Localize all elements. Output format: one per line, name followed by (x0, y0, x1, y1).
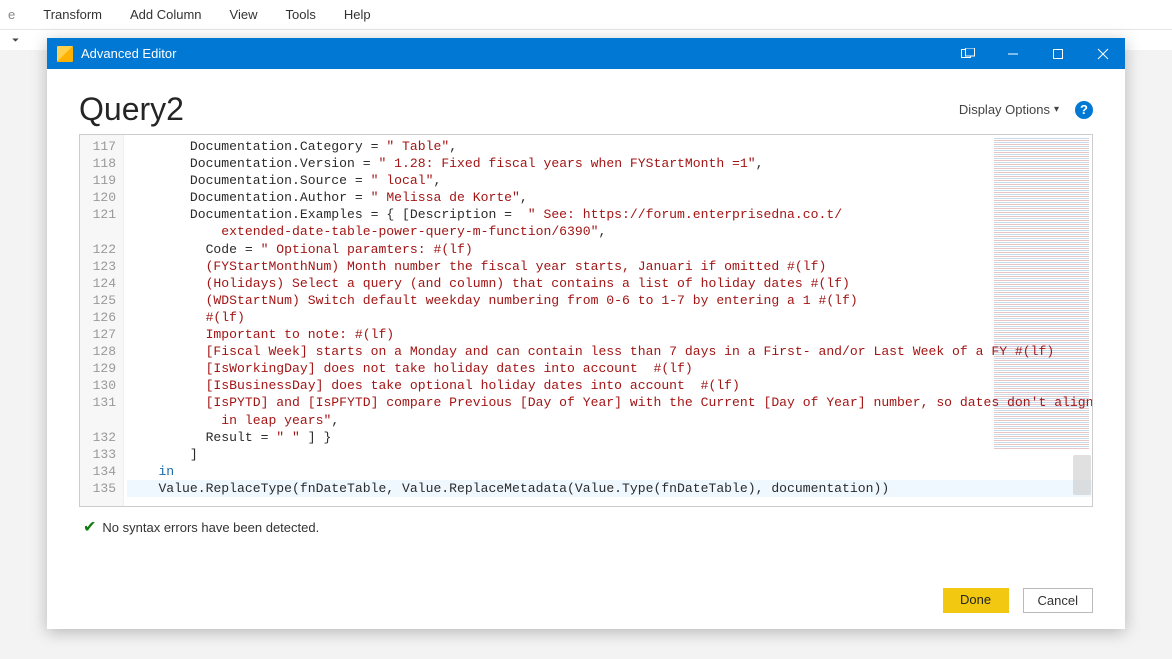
code-line[interactable]: ] (127, 446, 1092, 463)
ribbon-tools[interactable]: Tools (271, 3, 329, 26)
code-line[interactable]: Result = " " ] } (127, 429, 1092, 446)
dialog-title: Advanced Editor (81, 46, 945, 61)
minimize-button[interactable] (990, 38, 1035, 69)
line-number: 125 (80, 292, 123, 309)
code-line[interactable]: Documentation.Source = " local", (127, 172, 1092, 189)
code-line[interactable]: in (127, 463, 1092, 480)
checkmark-icon: ✔ (83, 517, 96, 537)
code-line[interactable]: (Holidays) Select a query (and column) t… (127, 275, 1092, 292)
chevron-down-icon: ▾ (1054, 104, 1059, 115)
scrollbar-vertical[interactable] (1073, 455, 1091, 495)
ribbon-view[interactable]: View (216, 3, 272, 26)
code-line[interactable]: in leap years", (127, 412, 1092, 429)
ribbon-item-truncated: e (8, 3, 29, 26)
display-options[interactable]: Display Options ▾ (959, 102, 1059, 117)
app-logo-icon (57, 46, 73, 62)
ribbon-add-column[interactable]: Add Column (116, 3, 216, 26)
done-button[interactable]: Done (943, 588, 1009, 613)
line-number: 130 (80, 377, 123, 394)
advanced-editor-dialog: Advanced Editor Query2 Display Options ▾ (47, 38, 1125, 629)
ribbon: e Transform Add Column View Tools Help (0, 0, 1172, 30)
code-line[interactable]: Documentation.Version = " 1.28: Fixed fi… (127, 155, 1092, 172)
popin-icon[interactable] (945, 38, 990, 69)
code-line[interactable]: Code = " Optional paramters: #(lf) (127, 241, 1092, 258)
code-line[interactable]: Documentation.Author = " Melissa de Kort… (127, 189, 1092, 206)
line-number-continuation (80, 412, 123, 429)
line-number-continuation (80, 223, 123, 240)
line-number: 128 (80, 343, 123, 360)
ribbon-help[interactable]: Help (330, 3, 385, 26)
line-number: 123 (80, 258, 123, 275)
syntax-status: ✔ No syntax errors have been detected. (79, 507, 1093, 541)
cancel-button[interactable]: Cancel (1023, 588, 1093, 613)
help-icon[interactable]: ? (1075, 101, 1093, 119)
code-line[interactable]: Documentation.Examples = { [Description … (127, 206, 1092, 223)
line-number: 127 (80, 326, 123, 343)
display-options-label: Display Options (959, 102, 1050, 117)
ribbon-expand-icon[interactable]: ⏷ (12, 35, 19, 46)
ribbon-transform[interactable]: Transform (29, 3, 116, 26)
code-line[interactable]: [Fiscal Week] starts on a Monday and can… (127, 343, 1092, 360)
line-number: 119 (80, 172, 123, 189)
query-name: Query2 (79, 91, 184, 128)
line-number-gutter: 1171181191201211221231241251261271281291… (80, 135, 124, 506)
line-number: 132 (80, 429, 123, 446)
code-line[interactable]: Value.ReplaceType(fnDateTable, Value.Rep… (127, 480, 1092, 497)
line-number: 120 (80, 189, 123, 206)
titlebar[interactable]: Advanced Editor (47, 38, 1125, 69)
line-number: 117 (80, 138, 123, 155)
status-text: No syntax errors have been detected. (102, 520, 319, 535)
line-number: 134 (80, 463, 123, 480)
line-number: 129 (80, 360, 123, 377)
code-line[interactable]: Documentation.Category = " Table", (127, 138, 1092, 155)
line-number: 122 (80, 241, 123, 258)
code-line[interactable]: [IsBusinessDay] does take optional holid… (127, 377, 1092, 394)
code-line[interactable]: Important to note: #(lf) (127, 326, 1092, 343)
line-number: 121 (80, 206, 123, 223)
line-number: 133 (80, 446, 123, 463)
code-line[interactable]: [IsWorkingDay] does not take holiday dat… (127, 360, 1092, 377)
code-area[interactable]: Documentation.Category = " Table", Docum… (124, 135, 1092, 506)
line-number: 135 (80, 480, 123, 497)
code-line[interactable]: [IsPYTD] and [IsPFYTD] compare Previous … (127, 394, 1092, 411)
code-editor[interactable]: 1171181191201211221231241251261271281291… (79, 134, 1093, 507)
code-line[interactable]: (FYStartMonthNum) Month number the fisca… (127, 258, 1092, 275)
line-number: 131 (80, 394, 123, 411)
dialog-content: Query2 Display Options ▾ ? 1171181191201… (47, 69, 1125, 629)
line-number: 126 (80, 309, 123, 326)
close-button[interactable] (1080, 38, 1125, 69)
line-number: 118 (80, 155, 123, 172)
line-number: 124 (80, 275, 123, 292)
code-line[interactable]: extended-date-table-power-query-m-functi… (127, 223, 1092, 240)
code-line[interactable]: (WDStartNum) Switch default weekday numb… (127, 292, 1092, 309)
code-line[interactable]: #(lf) (127, 309, 1092, 326)
maximize-button[interactable] (1035, 38, 1080, 69)
